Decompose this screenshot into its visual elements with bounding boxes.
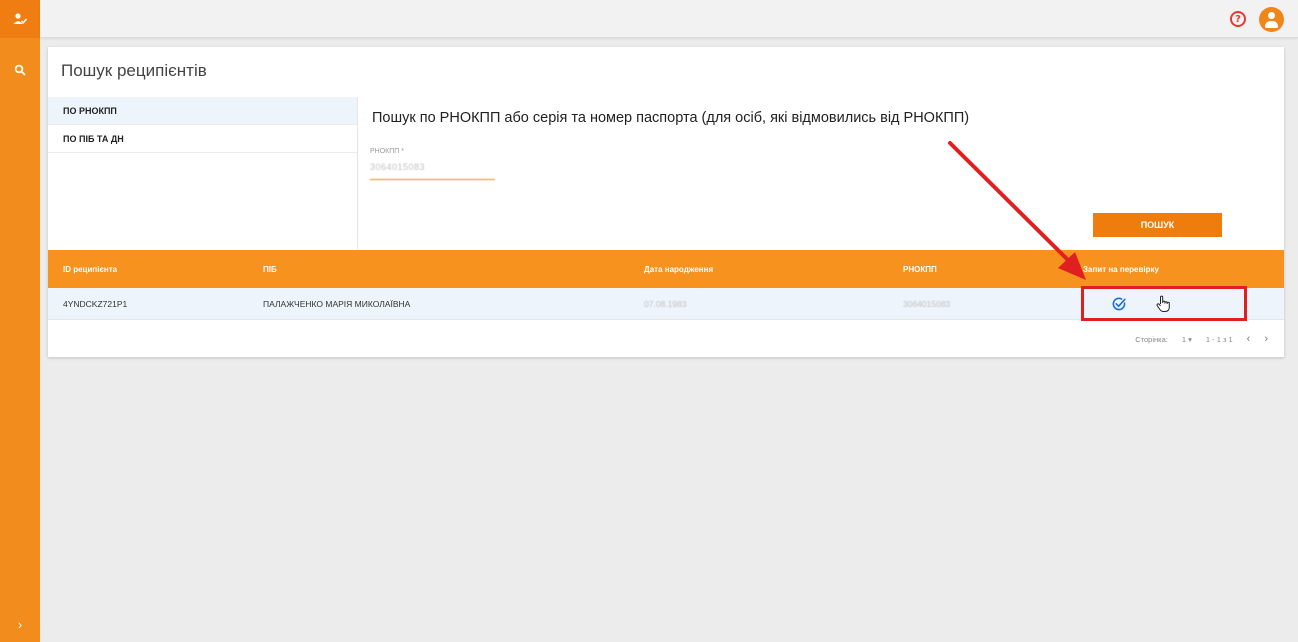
- pager-next-button[interactable]: ›: [1264, 333, 1268, 345]
- cell-recipient-id: 4YNDCKZ721P1: [63, 298, 128, 309]
- cell-birth-date: 07.08.1983: [644, 298, 687, 309]
- person-icon-head: [1268, 12, 1275, 19]
- sidebar-expand-button[interactable]: ›: [0, 612, 40, 636]
- cell-full-name: ПАЛАЖЧЕНКО МАРІЯ МИКОЛАЇВНА: [263, 298, 411, 309]
- page-select[interactable]: 1 ▾: [1182, 335, 1192, 344]
- page-select-value: 1: [1181, 334, 1186, 344]
- help-circle-icon[interactable]: ?: [1230, 11, 1246, 27]
- app-logo[interactable]: [0, 0, 40, 38]
- column-header-birth-date[interactable]: Дата народження: [644, 250, 713, 288]
- search-icon: [14, 64, 26, 76]
- column-header-rnokpp[interactable]: РНОКПП: [903, 250, 937, 288]
- top-bar: ?: [40, 0, 1298, 38]
- page-title: Пошук реципієнтів: [61, 61, 207, 80]
- side-rail: ›: [0, 0, 40, 642]
- column-header-verification-request: Запит на перевірку: [1083, 264, 1159, 274]
- chevron-right-icon: ›: [17, 616, 23, 632]
- search-mode-tabs: ПО РНОКПП ПО ПІБ ТА ДН: [48, 97, 358, 249]
- column-header-name[interactable]: ПІБ: [263, 250, 277, 288]
- pager-prev-button[interactable]: ‹: [1247, 333, 1251, 345]
- sidebar-search-button[interactable]: [0, 56, 40, 84]
- results-table-header: ID реципієнта ПІБ Дата народження РНОКПП…: [48, 250, 1284, 288]
- search-heading: Пошук по РНОКПП або серія та номер паспо…: [372, 110, 970, 126]
- chevron-down-icon: ▾: [1188, 334, 1192, 344]
- person-icon-body: [1265, 21, 1278, 28]
- search-button[interactable]: ПОШУК: [1093, 213, 1222, 237]
- avatar[interactable]: [1259, 7, 1284, 32]
- cell-rnokpp: 3064015083: [903, 298, 951, 309]
- annotation-highlight-box: [1081, 286, 1247, 321]
- user-check-icon: [13, 13, 27, 24]
- tab-by-name-birthdate[interactable]: ПО ПІБ ТА ДН: [48, 125, 357, 153]
- pager-range: 1 - 1 з 1: [1205, 334, 1233, 344]
- rnokpp-field[interactable]: 3064015083: [370, 160, 495, 180]
- pager-label: Сторінка:: [1135, 334, 1168, 344]
- column-header-id[interactable]: ID реципієнта: [63, 250, 117, 288]
- table-paginator: Сторінка: 1 ▾ 1 - 1 з 1 ‹ ›: [1135, 333, 1268, 345]
- help-glyph: ?: [1235, 13, 1241, 25]
- rnokpp-field-label: РНОКПП *: [370, 148, 404, 155]
- tab-by-rnokpp[interactable]: ПО РНОКПП: [48, 97, 357, 125]
